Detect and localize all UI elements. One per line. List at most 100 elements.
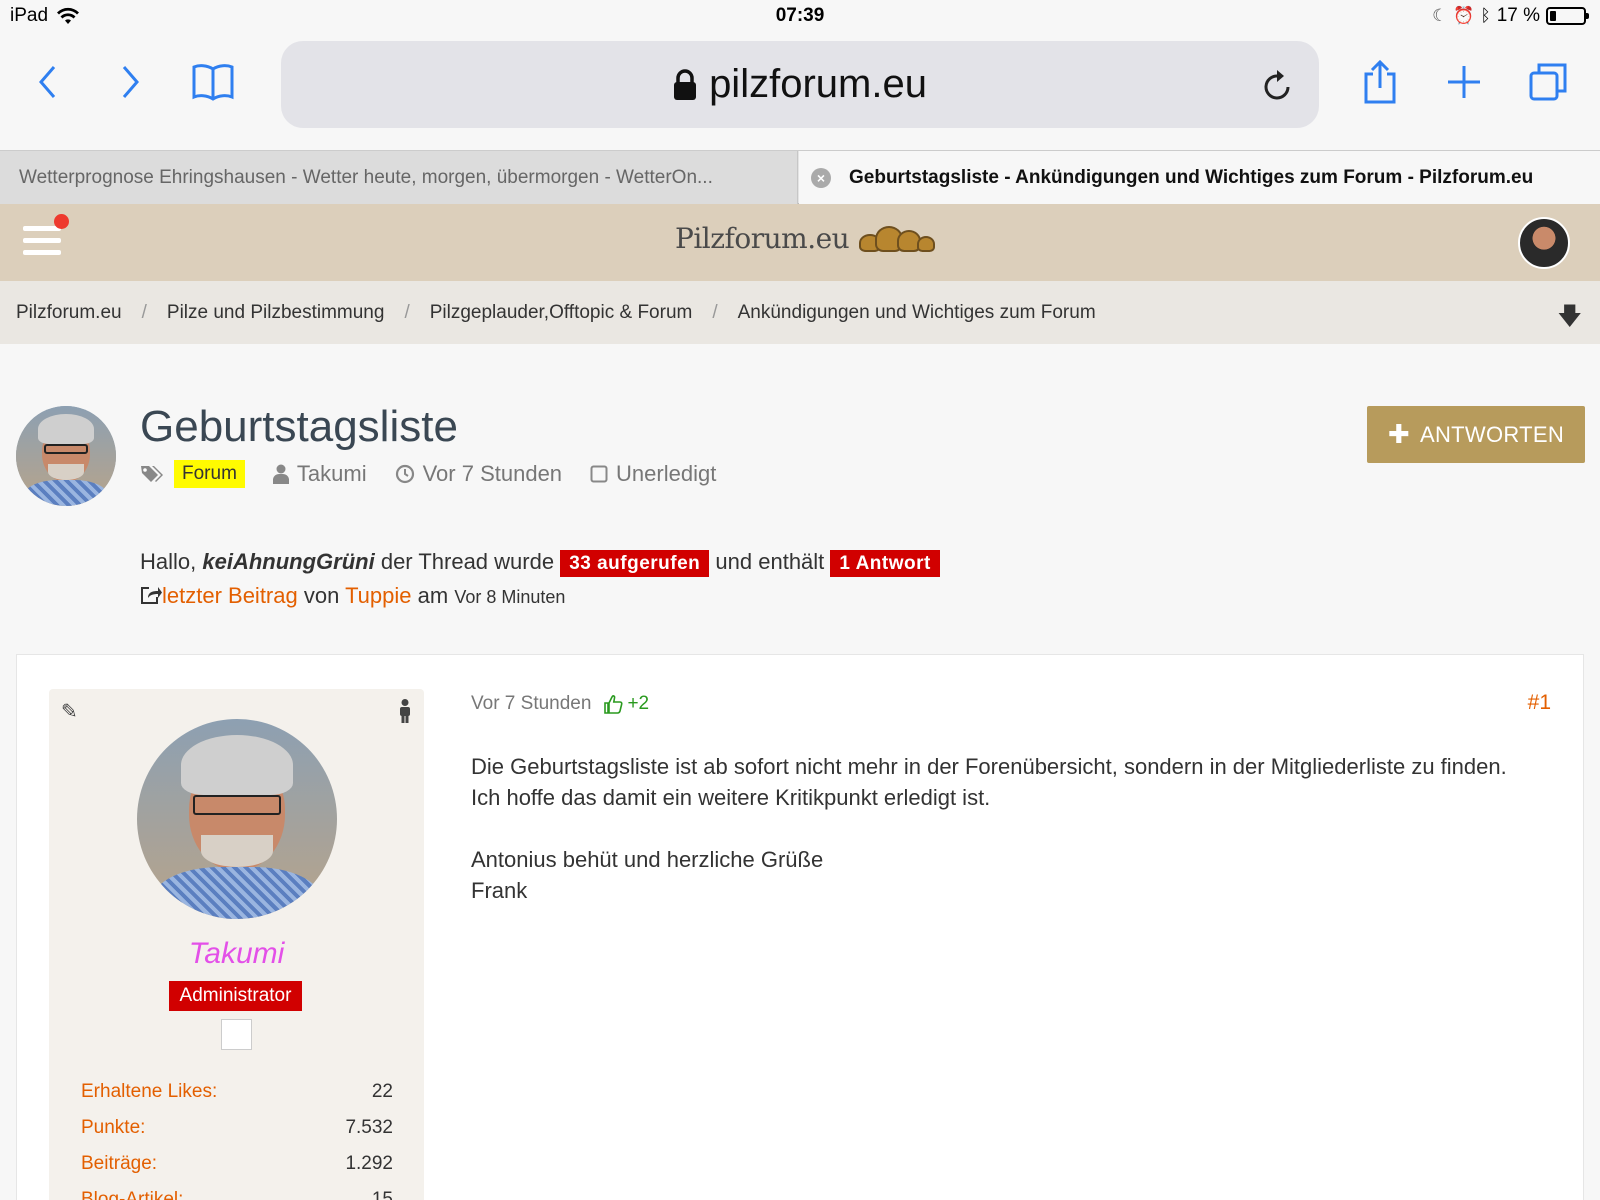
tab-weather[interactable]: Wetterprognose Ehringshausen - Wetter he…: [0, 151, 798, 205]
stat-points: Punkte: 7.532: [81, 1110, 393, 1146]
breadcrumb-separator: /: [141, 301, 147, 323]
thread-author-avatar[interactable]: [16, 406, 116, 506]
user-rank-image: [221, 1019, 252, 1050]
url-text: pilzforum.eu: [709, 62, 927, 106]
tags-icon: [141, 466, 163, 482]
stat-value: 22: [371, 1081, 393, 1102]
stat-value: 15: [371, 1189, 393, 1200]
person-icon[interactable]: [398, 699, 412, 723]
new-tab-icon[interactable]: [1442, 60, 1486, 104]
post-author-avatar[interactable]: [137, 719, 337, 919]
menu-icon[interactable]: [23, 226, 61, 260]
breadcrumb-item-plauder[interactable]: Pilzgeplauder,Offtopic & Forum: [430, 302, 693, 324]
stat-value: 7.532: [345, 1117, 393, 1138]
breadcrumb-separator: /: [712, 301, 718, 323]
logo-text: Pilzforum.eu: [675, 222, 850, 255]
post-number[interactable]: #1: [1528, 691, 1551, 715]
share-arrow-icon: [141, 587, 162, 604]
current-username: keiAhnungGrüni: [202, 549, 375, 574]
breadcrumb-separator: /: [404, 301, 410, 323]
forward-icon[interactable]: [108, 60, 152, 104]
reply-label: ANTWORTEN: [1420, 421, 1565, 447]
hello-text: Hallo,: [140, 549, 197, 574]
likes-count: +2: [627, 693, 650, 714]
tabs-overview-icon[interactable]: [1526, 60, 1570, 104]
post-author-name[interactable]: Takumi: [49, 937, 424, 971]
post-meta: Vor 7 Stunden +2: [471, 693, 649, 715]
site-logo[interactable]: Pilzforum.eu: [675, 222, 936, 255]
back-icon[interactable]: [26, 60, 70, 104]
battery-icon: [1546, 7, 1589, 25]
share-icon[interactable]: [1358, 60, 1402, 104]
battery-percent: 17 %: [1496, 5, 1540, 26]
views-badge: 33 aufgerufen: [560, 550, 710, 577]
tab-label: Wetterprognose Ehringshausen - Wetter he…: [19, 167, 713, 188]
replies-badge: 1 Antwort: [830, 550, 940, 577]
tab-bar: Wetterprognose Ehringshausen - Wetter he…: [0, 150, 1600, 205]
role-badge: Administrator: [169, 981, 302, 1011]
last-post-link[interactable]: letzter Beitrag: [162, 583, 298, 608]
breadcrumb-item-pilze[interactable]: Pilze und Pilzbestimmung: [167, 302, 385, 324]
address-bar[interactable]: pilzforum.eu: [281, 41, 1319, 128]
by-text: von: [303, 583, 340, 608]
thumbs-up-icon: [604, 695, 623, 714]
clock-icon: [395, 464, 414, 484]
stat-label: Punkte:: [81, 1117, 146, 1138]
page-title: Geburtstagsliste: [140, 402, 458, 451]
arrow-down-icon[interactable]: 🡇: [1557, 299, 1582, 340]
stat-label: Blog-Artikel:: [81, 1189, 184, 1200]
tab-label: Geburtstagsliste - Ankündigungen und Wic…: [849, 167, 1534, 188]
status-right: ☾ ⏰ ᛒ 17 %: [1432, 5, 1589, 27]
contains-text: und enthält: [715, 549, 825, 574]
tab-pilzforum[interactable]: × Geburtstagsliste - Ankündigungen und W…: [799, 151, 1600, 205]
at-text: am: [417, 583, 449, 608]
status-bar: iPad 07:39 ☾ ⏰ ᛒ 17 %: [0, 0, 1600, 32]
thread-info-line2: letzter Beitrag von Tuppie am Vor 8 Minu…: [140, 580, 940, 613]
user-avatar[interactable]: [1518, 217, 1570, 269]
user-icon: [272, 464, 289, 484]
post-paragraph: Ich hoffe das damit ein weitere Kritikpu…: [471, 785, 991, 810]
user-stats: Erhaltene Likes: 22 Punkte: 7.532 Beiträ…: [81, 1074, 393, 1200]
tag-forum[interactable]: Forum: [174, 460, 245, 488]
pencil-icon[interactable]: ✎: [61, 699, 78, 724]
post-body: Die Geburtstagsliste ist ab sofort nicht…: [471, 751, 1507, 906]
thread-time-text: Vor 7 Stunden: [422, 461, 563, 486]
close-tab-icon[interactable]: ×: [811, 168, 831, 188]
thread-was-text: der Thread wurde: [380, 549, 555, 574]
mushroom-logo-icon: [859, 225, 936, 252]
post-paragraph: Antonius behüt und herzliche Grüße: [471, 847, 824, 872]
moon-icon: ☾: [1432, 6, 1448, 25]
post-time[interactable]: Vor 7 Stunden: [471, 693, 591, 715]
lock-icon: [674, 68, 697, 100]
thread-info: Hallo, keiAhnungGrüni der Thread wurde 3…: [140, 546, 940, 613]
thread-status-text: Unerledigt: [616, 461, 717, 486]
breadcrumb: Pilzforum.eu / Pilze und Pilzbestimmung …: [0, 281, 1600, 344]
thread-author-name: Takumi: [296, 461, 367, 486]
stat-value: 1.292: [345, 1153, 393, 1174]
stat-label: Erhaltene Likes:: [81, 1081, 218, 1102]
thread-status: Unerledigt: [590, 461, 716, 487]
site-header: Pilzforum.eu: [0, 204, 1600, 281]
breadcrumb-item-home[interactable]: Pilzforum.eu: [16, 302, 122, 324]
bookmarks-icon[interactable]: [189, 60, 237, 104]
notification-dot: [54, 214, 69, 229]
stat-posts: Beiträge: 1.292: [81, 1146, 393, 1182]
likes-counter[interactable]: +2: [603, 693, 649, 715]
thread-time: Vor 7 Stunden: [395, 461, 562, 487]
thread-author[interactable]: Takumi: [272, 461, 367, 487]
stat-label: Beiträge:: [81, 1153, 158, 1174]
thread-meta: Forum Takumi Vor 7 Stunden Unerledigt: [140, 460, 734, 488]
reply-button[interactable]: ✚ ANTWORTEN: [1367, 406, 1585, 463]
alarm-icon: ⏰: [1453, 6, 1475, 25]
post-user-card: ✎ Takumi Administrator Erhaltene Likes: …: [49, 689, 424, 1200]
browser-toolbar: pilzforum.eu: [0, 32, 1600, 142]
post-signature: Frank: [471, 878, 528, 903]
bluetooth-icon: ᛒ: [1480, 6, 1491, 25]
last-post-time: Vor 8 Minuten: [454, 587, 566, 607]
reload-icon[interactable]: [1263, 67, 1293, 101]
breadcrumb-item-ankuendigungen[interactable]: Ankündigungen und Wichtiges zum Forum: [738, 302, 1096, 324]
plus-icon: ✚: [1387, 419, 1410, 449]
stat-blog-articles: Blog-Artikel: 15: [81, 1182, 393, 1200]
post-card: ✎ Takumi Administrator Erhaltene Likes: …: [16, 654, 1584, 1200]
last-post-user-link[interactable]: Tuppie: [345, 583, 411, 608]
